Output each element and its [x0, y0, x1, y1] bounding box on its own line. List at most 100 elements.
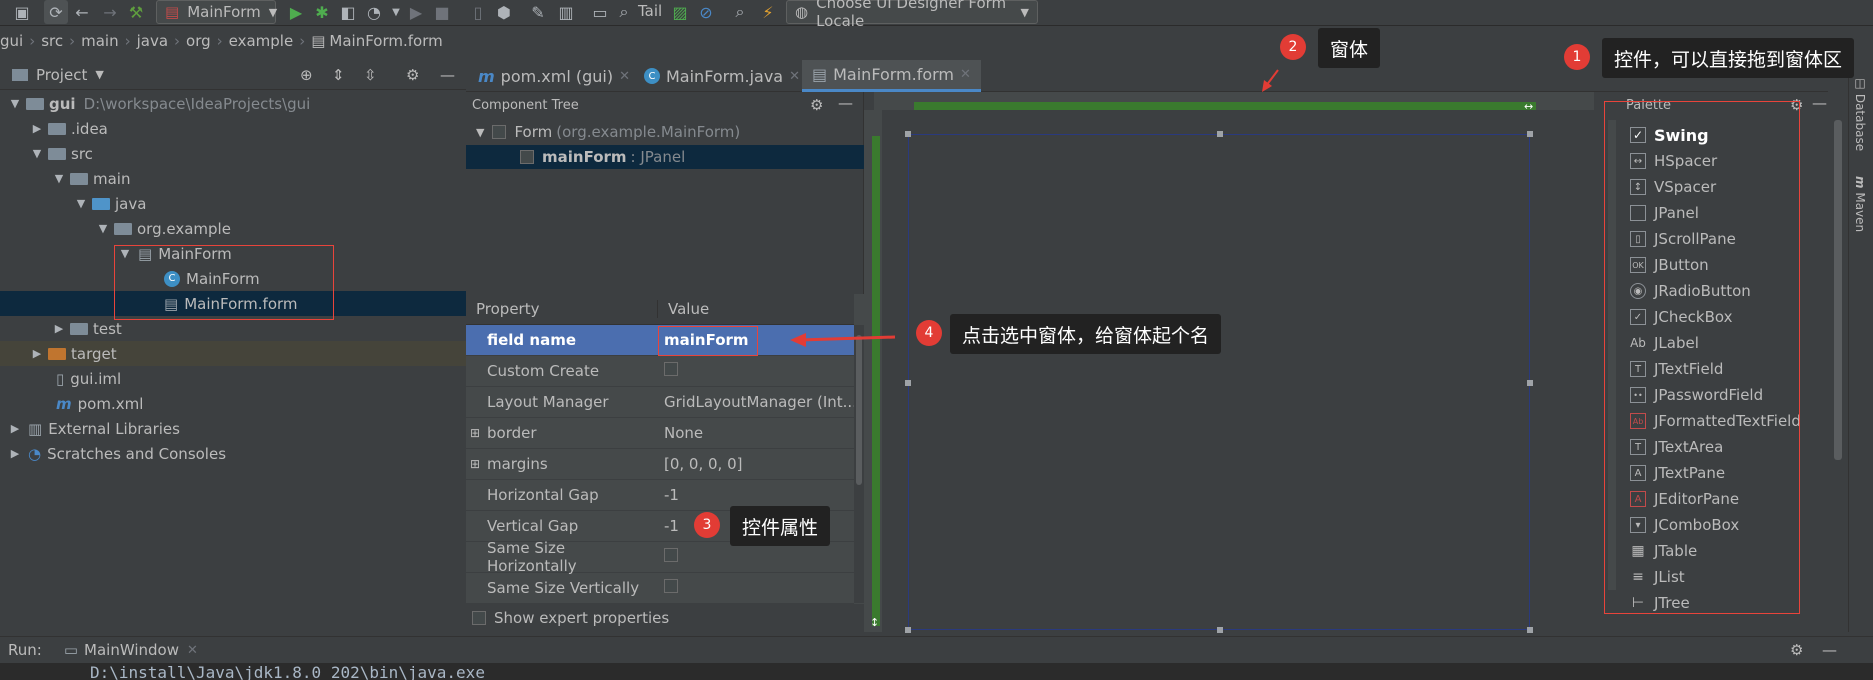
chevron-down-icon[interactable]: ▼: [74, 197, 88, 210]
tree-item-idea[interactable]: ▶ .idea: [0, 116, 466, 141]
resize-handle[interactable]: [905, 627, 911, 633]
property-scrollbar[interactable]: [854, 325, 864, 603]
close-icon[interactable]: ✕: [789, 69, 800, 84]
settings-wrench-icon[interactable]: ✎: [526, 0, 550, 24]
breadcrumb-item[interactable]: main: [81, 32, 118, 50]
property-row-layout-manager[interactable]: Layout Manager GridLayoutManager (Int...: [466, 387, 854, 418]
property-value[interactable]: [0, 0, 0, 0]: [658, 455, 854, 473]
power-save-icon[interactable]: ⚡: [756, 0, 780, 24]
minimize-icon[interactable]: —: [1822, 641, 1837, 659]
tree-item-gui-iml[interactable]: ▯ gui.iml: [0, 366, 466, 391]
gear-icon[interactable]: ⚙: [406, 66, 419, 84]
chevron-right-icon[interactable]: ▶: [8, 447, 22, 460]
chevron-down-icon[interactable]: ▼: [8, 97, 22, 110]
chevron-right-icon[interactable]: ▶: [52, 322, 66, 335]
chevron-right-icon[interactable]: ▶: [30, 347, 44, 360]
activity-monitor-icon[interactable]: ▨: [668, 0, 692, 24]
resize-handle[interactable]: [905, 131, 911, 137]
resize-handle[interactable]: [1527, 131, 1533, 137]
tree-item-mainform-panel[interactable]: mainForm : JPanel: [466, 145, 864, 169]
tab-mainform-java[interactable]: C MainForm.java ✕: [634, 60, 810, 92]
stop-icon[interactable]: ■: [430, 0, 454, 24]
breadcrumb-item[interactable]: src: [41, 32, 63, 50]
gear-icon[interactable]: ⚙: [1790, 641, 1803, 659]
resume-icon[interactable]: ▶: [404, 0, 428, 24]
resize-handle[interactable]: [1527, 627, 1533, 633]
chevron-right-icon[interactable]: ▶: [8, 422, 22, 435]
project-structure-icon[interactable]: ▥: [554, 0, 578, 24]
chevron-right-icon[interactable]: ▶: [30, 122, 44, 135]
collapse-all-icon[interactable]: ⇳: [364, 66, 377, 84]
terminal-icon[interactable]: ▭: [588, 0, 612, 24]
property-row-same-size-v[interactable]: Same Size Vertically: [466, 573, 854, 604]
minimize-icon[interactable]: —: [440, 66, 455, 84]
expand-all-icon[interactable]: ⇕: [332, 66, 345, 84]
property-value[interactable]: GridLayoutManager (Int...: [658, 393, 854, 411]
tree-item-target[interactable]: ▶ target: [0, 341, 466, 366]
breadcrumb-item[interactable]: example: [229, 32, 294, 50]
attach-icon[interactable]: ▯: [466, 0, 490, 24]
chevron-down-icon[interactable]: ▼: [30, 147, 44, 160]
resize-handle[interactable]: [1217, 131, 1223, 137]
chevron-down-icon[interactable]: ▼: [96, 222, 110, 235]
tab-pom-xml[interactable]: m pom.xml (gui) ✕: [468, 60, 640, 92]
tree-item-main[interactable]: ▼ main: [0, 166, 466, 191]
property-row-border[interactable]: ⊞ border None: [466, 418, 854, 449]
tree-item-external-libraries[interactable]: ▶ ▥ External Libraries: [0, 416, 466, 441]
package-icon[interactable]: ⬢: [492, 0, 516, 24]
show-expert-row[interactable]: Show expert properties: [466, 604, 864, 632]
resize-horizontal-icon[interactable]: ↔: [1524, 100, 1533, 113]
breadcrumb-item[interactable]: java: [137, 32, 168, 50]
run-icon[interactable]: ▶: [284, 0, 308, 24]
save-icon[interactable]: ▣: [10, 0, 34, 24]
maven-tool-tab[interactable]: m Maven: [1853, 176, 1867, 232]
profile-icon[interactable]: ◔: [362, 0, 386, 24]
find-action-icon[interactable]: ⌕: [728, 0, 752, 24]
close-icon[interactable]: ✕: [619, 69, 630, 84]
search-icon[interactable]: ⌕: [612, 0, 636, 24]
database-tool-tab[interactable]: ◫ Database: [1853, 76, 1867, 151]
breadcrumb-item[interactable]: MainForm.form: [329, 32, 442, 50]
sync-icon[interactable]: ⟳: [44, 0, 68, 24]
tree-item-src[interactable]: ▼ src: [0, 141, 466, 166]
scrollbar-thumb[interactable]: [856, 335, 862, 485]
tail-label[interactable]: Tail: [638, 2, 662, 20]
tree-item-org-example[interactable]: ▼ org.example: [0, 216, 466, 241]
row-guide-bar[interactable]: [872, 136, 880, 626]
expand-plus-icon[interactable]: ⊞: [470, 457, 480, 471]
property-value[interactable]: None: [658, 424, 854, 442]
forward-icon[interactable]: →: [98, 0, 122, 24]
form-panel-area[interactable]: [905, 131, 1533, 633]
chevron-down-icon[interactable]: ▼: [476, 126, 484, 139]
locale-combo[interactable]: ◍ Choose UI Designer Form Locale ▼: [786, 0, 1038, 30]
console-output[interactable]: D:\install\Java\jdk1.8.0_202\bin\java.ex…: [0, 663, 1873, 680]
tree-item-scratches[interactable]: ▶ ◔ Scratches and Consoles: [0, 441, 466, 466]
resize-handle[interactable]: [1217, 627, 1223, 633]
breadcrumb-item[interactable]: org: [186, 32, 211, 50]
chevron-down-icon[interactable]: ▼: [95, 68, 103, 81]
close-icon[interactable]: ✕: [187, 643, 198, 658]
resize-handle[interactable]: [1527, 380, 1533, 386]
chevron-down-icon[interactable]: ▼: [52, 172, 66, 185]
property-row-same-size-h[interactable]: Same Size Horizontally: [466, 539, 854, 575]
gear-icon[interactable]: ⚙: [810, 96, 823, 114]
property-row-custom-create[interactable]: Custom Create: [466, 356, 854, 387]
locate-target-icon[interactable]: ⊕: [300, 66, 313, 84]
run-config-combo[interactable]: ▤ MainForm ▼: [156, 0, 277, 24]
run-tab-label[interactable]: MainWindow: [84, 641, 179, 659]
close-icon[interactable]: ✕: [960, 67, 971, 82]
tree-item-pom[interactable]: m pom.xml: [0, 391, 466, 416]
breadcrumb-item[interactable]: gui: [0, 32, 23, 50]
tree-item-form[interactable]: ▼ Form (org.example.MainForm): [466, 120, 864, 144]
same-size-vertically-checkbox[interactable]: [664, 579, 678, 593]
back-icon[interactable]: ←: [70, 0, 94, 24]
build-hammer-icon[interactable]: ⚒: [124, 0, 148, 24]
palette-scrollbar[interactable]: [1834, 120, 1842, 460]
property-value[interactable]: -1: [658, 486, 854, 504]
project-panel-title[interactable]: Project: [36, 66, 87, 84]
show-expert-checkbox[interactable]: [472, 611, 486, 625]
resize-handle[interactable]: [905, 380, 911, 386]
same-size-horizontally-checkbox[interactable]: [664, 548, 678, 562]
column-guide-bar[interactable]: [914, 102, 1536, 110]
tab-mainform-form[interactable]: ▤ MainForm.form ✕: [802, 60, 981, 92]
